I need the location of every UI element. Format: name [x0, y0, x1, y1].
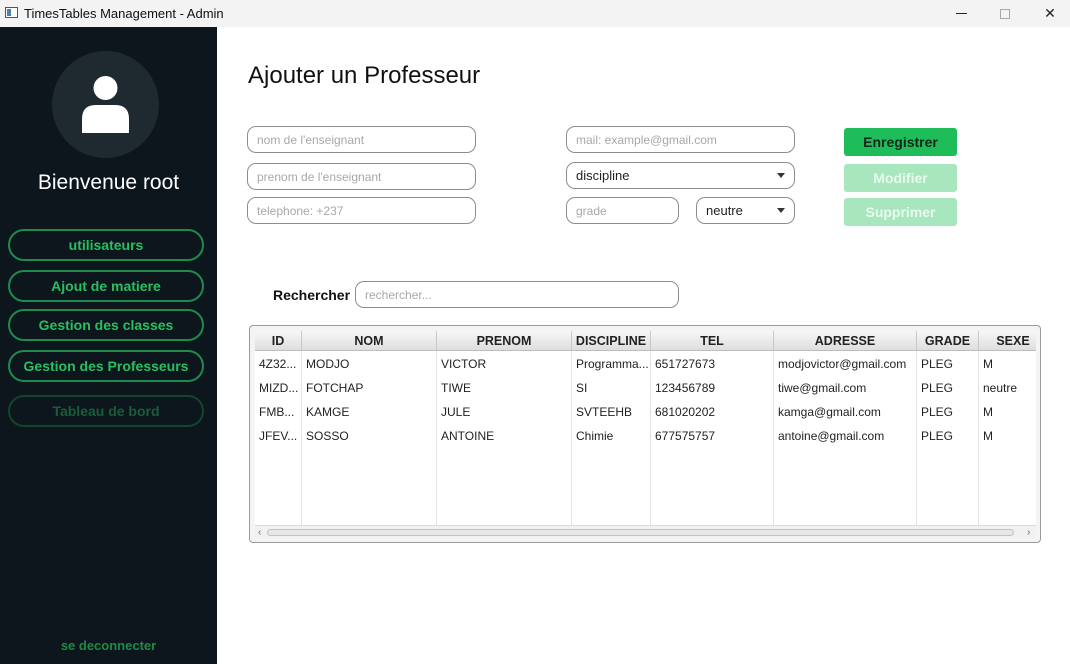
column-header-adresse[interactable]: ADRESSE [774, 331, 917, 351]
app-icon [5, 7, 18, 18]
chevron-down-icon [777, 208, 785, 213]
cell-id: FMB... [259, 405, 295, 419]
cell-adresse: modjovictor@gmail.com [778, 357, 907, 371]
cell-grade: PLEG [921, 429, 954, 443]
discipline-value: discipline [576, 168, 630, 183]
page-title: Ajouter un Professeur [248, 62, 481, 89]
scrollbar-thumb[interactable] [267, 529, 1014, 536]
close-button[interactable]: ✕ [1027, 0, 1070, 27]
nav-utilisateurs-button[interactable]: utilisateurs [8, 229, 204, 261]
cell-adresse: kamga@gmail.com [778, 405, 881, 419]
cell-sexe: M [983, 429, 993, 443]
search-input[interactable]: rechercher... [355, 281, 679, 308]
scroll-left-icon[interactable]: ‹ [258, 527, 261, 538]
delete-button[interactable]: Supprimer [844, 198, 957, 226]
cell-grade: PLEG [921, 405, 954, 419]
sexe-select[interactable]: neutre [696, 197, 795, 224]
cell-sexe: M [983, 405, 993, 419]
table-row[interactable]: 4Z32... MODJO VICTOR Programma... 651727… [255, 352, 1036, 376]
discipline-select[interactable]: discipline [566, 162, 795, 189]
cell-tel: 651727673 [655, 357, 716, 371]
cell-grade: PLEG [921, 381, 954, 395]
cell-discipline: SVTEEHB [576, 405, 633, 419]
search-label: Rechercher : [273, 287, 359, 303]
prenom-input[interactable]: prenom de l'enseignant [247, 163, 476, 190]
nav-tableau-de-bord-button: Tableau de bord [8, 395, 204, 427]
cell-adresse: tiwe@gmail.com [778, 381, 867, 395]
cell-nom: FOTCHAP [306, 381, 364, 395]
save-button[interactable]: Enregistrer [844, 128, 957, 156]
telephone-input[interactable]: telephone: +237 [247, 197, 476, 224]
cell-prenom: JULE [441, 405, 471, 419]
close-icon: ✕ [1044, 5, 1056, 21]
column-header-prenom[interactable]: PRENOM [437, 331, 572, 351]
cell-tel: 681020202 [655, 405, 716, 419]
minimize-icon [955, 13, 967, 14]
title-bar: TimesTables Management - Admin ✕ [0, 0, 1070, 27]
mail-input[interactable]: mail: example@gmail.com [566, 126, 795, 153]
table-header: ID NOM PRENOM DISCIPLINE TEL ADRESSE GRA… [255, 331, 1036, 351]
cell-prenom: VICTOR [441, 357, 487, 371]
cell-prenom: TIWE [441, 381, 471, 395]
cell-id: JFEV... [259, 429, 298, 443]
scroll-right-icon[interactable]: › [1027, 527, 1030, 538]
column-header-discipline[interactable]: DISCIPLINE [572, 331, 651, 351]
modify-button[interactable]: Modifier [844, 164, 957, 192]
maximize-button[interactable] [982, 0, 1028, 27]
cell-nom: SOSSO [306, 429, 349, 443]
table-row[interactable]: JFEV... SOSSO ANTOINE Chimie 677575757 a… [255, 424, 1036, 448]
table-row[interactable]: FMB... KAMGE JULE SVTEEHB 681020202 kamg… [255, 400, 1036, 424]
chevron-down-icon [777, 173, 785, 178]
window-title: TimesTables Management - Admin [24, 6, 224, 21]
nav-gestion-professeurs-button[interactable]: Gestion des Professeurs [8, 350, 204, 382]
teachers-table: ID NOM PRENOM DISCIPLINE TEL ADRESSE GRA… [249, 325, 1041, 543]
table-row[interactable]: MIZD... FOTCHAP TIWE SI 123456789 tiwe@g… [255, 376, 1036, 400]
nav-ajout-matiere-button[interactable]: Ajout de matiere [8, 270, 204, 302]
sidebar: Bienvenue root utilisateurs Ajout de mat… [0, 27, 217, 664]
cell-sexe: M [983, 357, 993, 371]
user-icon [82, 76, 129, 133]
cell-id: 4Z32... [259, 357, 297, 371]
maximize-icon [1000, 8, 1010, 19]
grade-input[interactable]: grade [566, 197, 679, 224]
minimize-button[interactable] [938, 0, 984, 27]
cell-grade: PLEG [921, 357, 954, 371]
cell-sexe: neutre [983, 381, 1018, 395]
welcome-text: Bienvenue root [37, 171, 180, 194]
column-header-id[interactable]: ID [255, 331, 302, 351]
avatar [52, 51, 159, 158]
cell-discipline: Programma... [576, 357, 649, 371]
horizontal-scrollbar[interactable]: ‹ › [255, 525, 1036, 538]
nav-gestion-classes-button[interactable]: Gestion des classes [8, 309, 204, 341]
column-header-grade[interactable]: GRADE [917, 331, 979, 351]
cell-discipline: Chimie [576, 429, 614, 443]
cell-adresse: antoine@gmail.com [778, 429, 885, 443]
table-body: ID NOM PRENOM DISCIPLINE TEL ADRESSE GRA… [255, 331, 1036, 538]
cell-tel: 123456789 [655, 381, 716, 395]
column-header-nom[interactable]: NOM [302, 331, 437, 351]
cell-nom: MODJO [306, 357, 350, 371]
column-header-tel[interactable]: TEL [651, 331, 774, 351]
cell-prenom: ANTOINE [441, 429, 495, 443]
cell-id: MIZD... [259, 381, 299, 395]
column-header-sexe[interactable]: SEXE [979, 331, 1036, 351]
cell-tel: 677575757 [655, 429, 716, 443]
sexe-value: neutre [706, 203, 743, 218]
cell-nom: KAMGE [306, 405, 350, 419]
logout-link[interactable]: se deconnecter [0, 638, 217, 653]
nom-input[interactable]: nom de l'enseignant [247, 126, 476, 153]
cell-discipline: SI [576, 381, 588, 395]
